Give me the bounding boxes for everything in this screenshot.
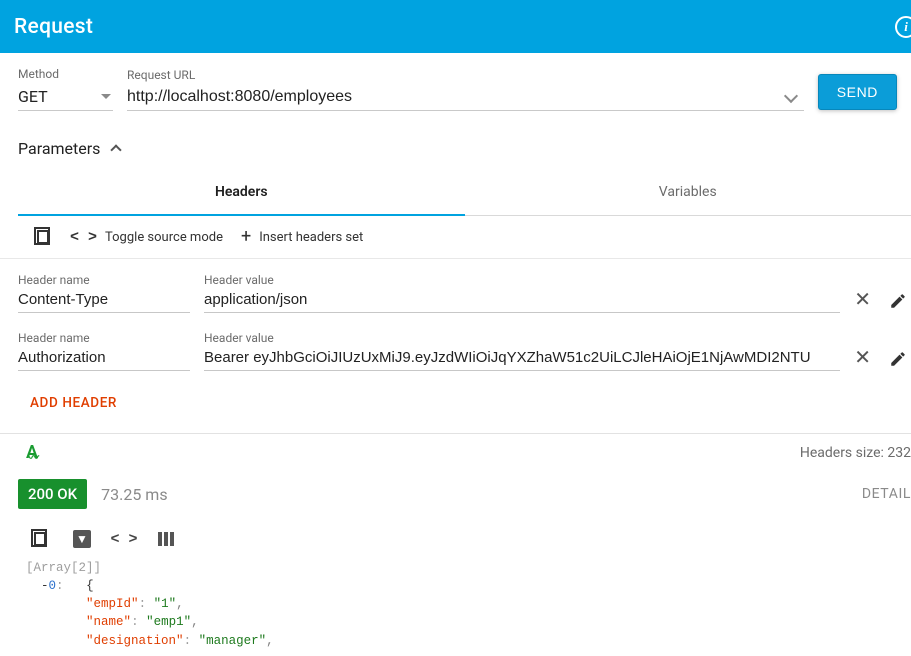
header-row-actions: ✕ [854,347,907,371]
url-label: Request URL [127,68,804,82]
header-name-label: Header name [18,331,190,345]
response-body[interactable]: [Array[2]] -0: { "empId": "1", "name": "… [0,559,911,650]
edit-icon[interactable] [889,292,903,306]
header-row-actions: ✕ [854,289,907,313]
header-name-label: Header name [18,273,190,287]
header-row: Header name Header value ✕ [0,317,911,375]
request-banner: Request i [0,0,911,53]
copy-icon[interactable] [30,529,50,549]
headers-size-text: Headers size: 232 [800,445,911,461]
close-icon[interactable]: ✕ [854,347,871,367]
tab-variables[interactable]: Variables [465,170,911,215]
header-name-input[interactable] [18,349,190,370]
header-name-input[interactable] [18,291,190,312]
format-icon[interactable]: A〰 [26,442,38,463]
status-row: 200 OK 73.25 ms DETAIL [0,469,911,515]
send-button[interactable]: SEND [818,74,897,110]
download-icon[interactable]: ▼ [72,529,92,549]
method-select[interactable]: GET [18,85,113,111]
header-value-input[interactable] [204,291,840,312]
status-badge: 200 OK [18,479,87,509]
details-link[interactable]: DETAIL [862,486,911,502]
json-index: 0 [49,579,57,593]
url-input[interactable] [127,88,786,106]
response-toolbar: ▼ < > [0,515,911,559]
insert-headers-label: Insert headers set [259,230,363,245]
plus-icon: + [241,228,251,246]
response-meta-row: A〰 Headers size: 232 [0,434,911,469]
method-value: GET [18,87,48,106]
method-block: Method GET [18,67,113,111]
code-icon[interactable]: < > [114,529,134,549]
info-icon[interactable]: i [895,16,911,38]
columns-icon[interactable] [156,529,176,549]
chevron-down-icon [101,94,111,99]
edit-icon[interactable] [889,350,903,364]
insert-headers-set-button[interactable]: + Insert headers set [241,228,363,246]
header-value-block: Header value [204,331,840,371]
header-name-block: Header name [18,273,190,313]
header-row: Header name Header value ✕ [0,259,911,317]
header-value-label: Header value [204,331,840,345]
add-header-button[interactable]: ADD HEADER [0,375,911,427]
toggle-source-label: Toggle source mode [105,230,223,245]
header-value-input[interactable] [204,349,840,370]
parameters-toggle[interactable]: Parameters [0,111,911,170]
toggle-source-mode-button[interactable]: < > Toggle source mode [70,229,223,246]
url-block: Request URL [127,68,804,111]
parameters-label: Parameters [18,139,100,158]
request-line: Method GET Request URL SEND [0,53,911,111]
array-label: Array[2] [34,561,94,575]
chevron-down-icon[interactable] [784,89,798,103]
method-label: Method [18,67,113,81]
headers-toolbar: < > Toggle source mode + Insert headers … [0,216,911,259]
response-time: 73.25 ms [101,485,167,504]
url-field[interactable] [127,86,804,111]
tabs: Headers Variables [18,170,911,216]
header-name-block: Header name [18,331,190,371]
banner-title: Request [14,15,93,39]
header-value-block: Header value [204,273,840,313]
chevron-up-icon [111,144,122,155]
tab-headers[interactable]: Headers [18,170,465,216]
copy-icon[interactable] [34,228,52,246]
close-icon[interactable]: ✕ [854,289,871,309]
code-icon: < > [70,229,97,246]
header-value-label: Header value [204,273,840,287]
